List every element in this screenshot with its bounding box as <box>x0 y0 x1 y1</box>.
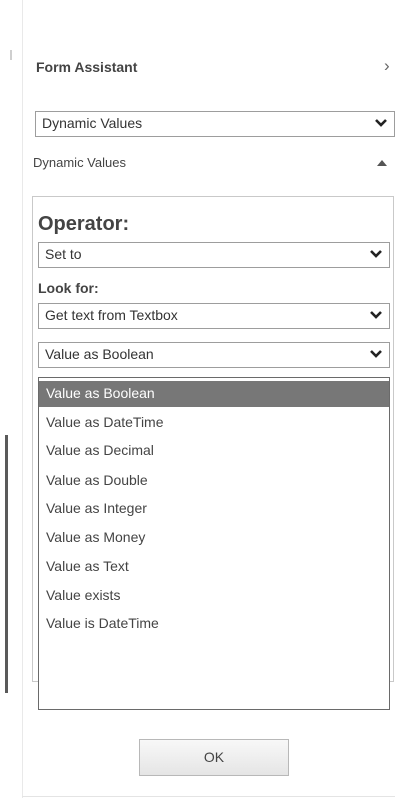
chevron-down-icon <box>370 250 382 258</box>
value-type-value: Value as Boolean <box>45 346 154 362</box>
dropdown-option[interactable]: Value as DateTime <box>39 410 389 436</box>
panel-bottom-border <box>22 796 395 797</box>
option-label: Value is DateTime <box>46 615 159 631</box>
look-for-source-value: Get text from Textbox <box>45 307 178 323</box>
look-for-source-select[interactable]: Get text from Textbox <box>38 303 390 329</box>
dropdown-option[interactable]: Value exists <box>39 583 389 609</box>
top-select-value: Dynamic Values <box>42 115 143 131</box>
operator-select[interactable]: Set to <box>38 242 390 268</box>
chevron-down-icon <box>370 311 382 319</box>
chevron-down-icon <box>370 350 382 358</box>
splitter-tick <box>10 50 12 60</box>
option-label: Value as Text <box>46 558 129 574</box>
option-label: Value as Double <box>46 472 148 488</box>
value-type-dropdown-list[interactable]: Value as Boolean Value as DateTime Value… <box>38 377 390 710</box>
dropdown-option[interactable]: Value is DateTime <box>39 611 389 637</box>
option-label: Value exists <box>46 587 121 603</box>
operator-label: Operator: <box>38 213 130 235</box>
dropdown-option[interactable]: Value as Double <box>39 468 389 494</box>
chevron-down-icon <box>375 119 387 127</box>
triangle-up-icon <box>377 160 387 166</box>
dynamic-values-section-header[interactable]: Dynamic Values <box>0 150 395 178</box>
dropdown-option[interactable]: Value as Money <box>39 525 389 551</box>
collapse-panel-icon[interactable]: › <box>384 56 390 76</box>
option-label: Value as DateTime <box>46 414 164 430</box>
option-label: Value as Decimal <box>46 442 154 458</box>
panel-left-border <box>22 0 23 798</box>
resize-handle[interactable] <box>5 435 8 693</box>
dropdown-option[interactable]: Value as Decimal <box>39 438 389 464</box>
option-label: Value as Boolean <box>46 385 155 401</box>
option-label: Value as Money <box>46 529 146 545</box>
top-select[interactable]: Dynamic Values <box>35 111 395 137</box>
dropdown-option[interactable]: Value as Boolean <box>39 381 389 407</box>
look-for-label: Look for: <box>38 280 99 296</box>
value-type-select[interactable]: Value as Boolean <box>38 342 390 368</box>
panel-title: Form Assistant <box>36 59 138 75</box>
option-label: Value as Integer <box>46 500 147 516</box>
section-label: Dynamic Values <box>33 155 126 170</box>
operator-select-value: Set to <box>45 246 82 262</box>
dropdown-option[interactable]: Value as Integer <box>39 496 389 522</box>
ok-button[interactable]: OK <box>139 739 289 776</box>
dropdown-option[interactable]: Value as Text <box>39 554 389 580</box>
